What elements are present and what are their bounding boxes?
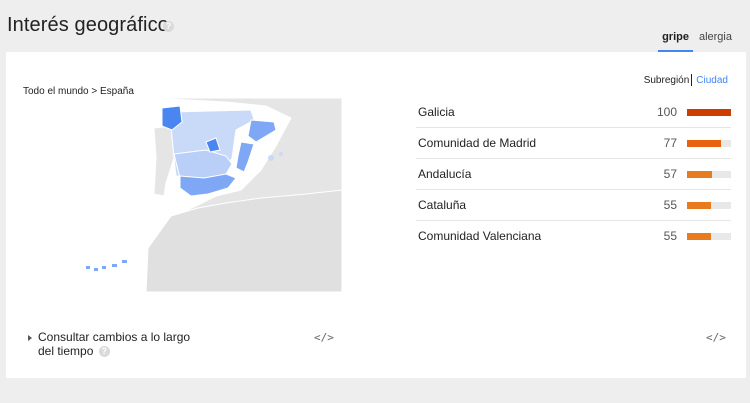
region-bar-fill [687, 108, 731, 116]
expand-triangle-icon [28, 334, 32, 341]
region-row[interactable]: Galicia 100 [416, 97, 731, 128]
help-icon[interactable]: ? [163, 21, 174, 32]
region-bar [687, 232, 731, 240]
region-name: Cataluña [418, 198, 467, 212]
tab-alergia[interactable]: alergia [695, 28, 736, 52]
region-name: Comunidad Valenciana [418, 229, 542, 243]
region-value: 100 [656, 105, 677, 119]
map-baleares [268, 155, 274, 161]
tab-gripe[interactable]: gripe [658, 28, 693, 52]
region-value: 55 [663, 198, 677, 212]
toggle-separator [691, 74, 693, 86]
region-row[interactable]: Cataluña 55 [416, 190, 731, 221]
help-icon[interactable]: ? [98, 346, 110, 358]
region-bar [687, 201, 731, 209]
tab-bar: gripe alergia [656, 28, 736, 52]
map-canarias-3 [102, 266, 106, 269]
map-canarias [86, 266, 90, 269]
region-row[interactable]: Andalucía 57 [416, 159, 731, 190]
breadcrumb: Todo el mundo > España [23, 86, 134, 97]
region-bar [687, 170, 731, 178]
region-bar-fill [687, 139, 721, 147]
region-bar-fill [687, 170, 713, 178]
consult-line2: del tiempo [38, 344, 94, 358]
resolution-toggle: Subregión Ciudad [644, 74, 728, 86]
toggle-subregion[interactable]: Subregión [644, 75, 690, 86]
region-name: Galicia [418, 105, 455, 119]
region-value: 77 [663, 136, 677, 150]
region-list: Galicia 100 Comunidad de Madrid 77 Andal… [416, 97, 731, 251]
consult-line1: Consultar cambios a lo largo [38, 330, 191, 344]
toggle-city[interactable]: Ciudad [696, 75, 728, 86]
page-title: Interés geográfico [7, 14, 169, 36]
geo-card: Todo el mundo > España Subregión Ciudad … [6, 52, 746, 378]
map-baleares-2 [279, 152, 283, 156]
embed-code-icon[interactable]: </> [314, 331, 334, 344]
consult-over-time-link[interactable]: Consultar cambios a lo largo del tiempo … [28, 330, 190, 358]
region-bar-fill [687, 201, 712, 209]
region-value: 57 [663, 167, 677, 181]
region-row[interactable]: Comunidad de Madrid 77 [416, 128, 731, 159]
map-canarias-4 [112, 264, 117, 267]
map-canarias-2 [94, 268, 98, 271]
region-name: Comunidad de Madrid [418, 136, 537, 150]
embed-code-icon[interactable]: </> [706, 331, 726, 344]
region-name: Andalucía [418, 167, 472, 181]
region-bar-fill [687, 232, 712, 240]
region-bar [687, 139, 731, 147]
spain-map[interactable] [76, 98, 342, 292]
region-row[interactable]: Comunidad Valenciana 55 [416, 221, 731, 251]
region-bar [687, 108, 731, 116]
region-value: 55 [663, 229, 677, 243]
map-canarias-5 [122, 260, 127, 263]
